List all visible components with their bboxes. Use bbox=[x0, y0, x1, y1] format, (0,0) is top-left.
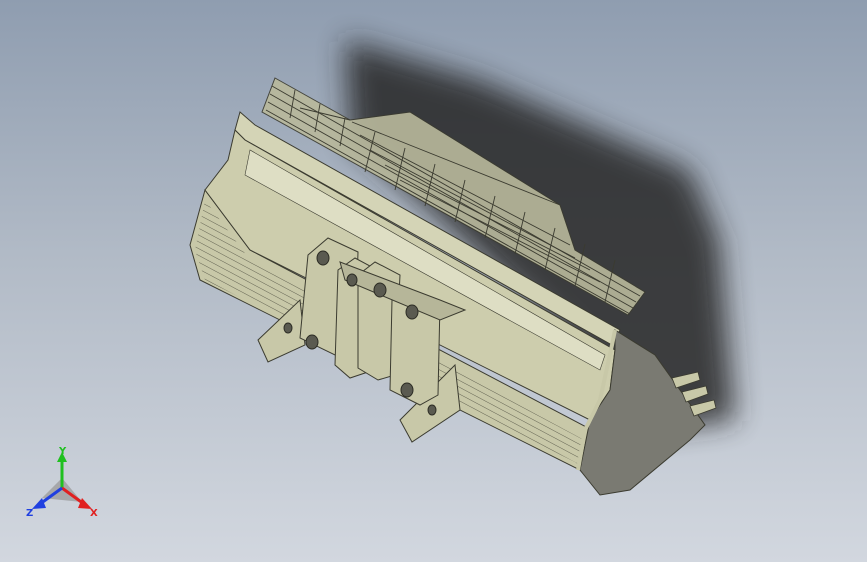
orientation-triad[interactable]: Y X Z bbox=[22, 446, 106, 526]
y-axis-label: Y bbox=[58, 446, 67, 457]
graphics-viewport[interactable]: Y X Z bbox=[0, 0, 867, 562]
x-axis-label: X bbox=[90, 508, 98, 519]
z-axis-label: Z bbox=[26, 508, 33, 519]
bucket-model[interactable] bbox=[0, 0, 867, 562]
